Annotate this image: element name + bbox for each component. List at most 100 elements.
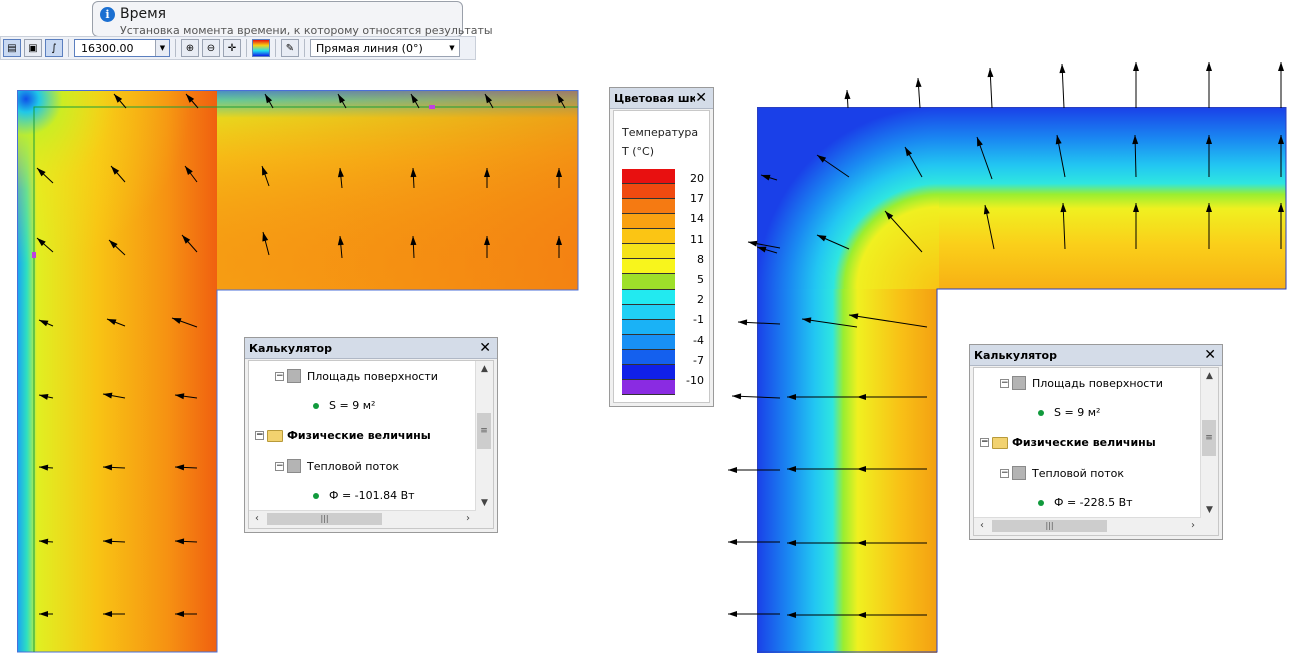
flux-arrow [987,67,994,109]
legend-tick-label: 8 [697,252,704,266]
flux-arrow [844,89,851,109]
time-combobox[interactable]: 16300.00 ▼ [74,39,170,57]
folder-icon [267,429,283,442]
flux-arrow [731,393,781,400]
scroll-right-icon[interactable]: › [1185,518,1201,535]
tree-node-label: Площадь поверхности [307,369,438,383]
tree-leaf-area-value[interactable]: S = 9 м² [313,399,375,412]
node-icon [1012,466,1026,480]
legend-tick-label: 20 [690,172,704,185]
tree-node-physical-quantities[interactable]: − Физические величины [255,429,431,442]
value-dot-icon [313,402,319,409]
scroll-left-icon[interactable]: ‹ [249,511,265,528]
toolbar-separator [246,39,247,57]
color-band [622,319,675,335]
color-band [622,229,675,245]
vertical-scrollbar[interactable]: ▲ ≡ ▼ [475,361,493,511]
flux-arrow [737,319,781,326]
collapse-icon[interactable]: − [275,461,284,471]
chevron-down-icon[interactable]: ▼ [445,44,459,52]
scroll-corner [1201,518,1218,535]
results-toolbar: ▤ ▣ ∫ 16300.00 ▼ ⊕ ⊖ ✛ ✎ Прямая линия (0… [0,36,476,60]
scroll-right-icon[interactable]: › [460,511,476,528]
color-map-icon[interactable] [252,39,270,57]
scroll-thumb[interactable]: ||| [267,513,382,525]
new-line-icon[interactable]: ✎ [281,39,299,57]
scroll-thumb[interactable]: ||| [992,520,1107,532]
collapse-icon[interactable]: − [255,431,264,440]
close-icon[interactable]: ✕ [1204,347,1216,363]
value-dot-icon [313,492,319,499]
flux-arrow [1206,62,1212,108]
vertical-scrollbar[interactable]: ▲ ≡ ▼ [1200,368,1218,518]
color-scale-body: Температура T (°C) 20 17 14 11 8 5 2 -1 -4 -7 -10 [613,110,710,403]
calculator-title-bar: Калькулятор ✕ [245,338,497,359]
tree-node-heat-flow[interactable]: − Тепловой поток [275,459,399,473]
clipboard-icon[interactable]: ▣ [24,39,42,57]
color-scale-title: Цветовая шк... [614,91,696,105]
node-icon [287,369,301,383]
node-icon [287,459,301,473]
tree-leaf-area-value[interactable]: S = 9 м² [1038,406,1100,419]
close-icon[interactable]: ✕ [695,90,707,106]
collapse-icon[interactable]: − [980,438,989,447]
info-icon: i [100,7,115,22]
collapse-icon[interactable]: − [275,371,284,381]
line-mode-value[interactable]: Прямая линия (0°) [316,42,445,55]
tree-leaf-label: S = 9 м² [329,399,376,412]
legend-tick-label: -4 [693,333,704,347]
collapse-icon[interactable]: − [1000,468,1009,478]
color-band [622,184,675,200]
color-band [622,379,675,395]
line-mode-combobox[interactable]: Прямая линия (0°) ▼ [310,39,460,57]
integral-icon[interactable]: ∫ [45,39,63,57]
horizontal-scrollbar[interactable]: ‹ ||| › [249,510,476,528]
folder-icon [992,436,1008,449]
color-band [622,259,675,275]
color-band [622,199,675,215]
color-band [622,304,675,320]
tree-leaf-heat-flow-value[interactable]: Ф = -228.5 Вт [1038,496,1133,509]
tree-leaf-heat-flow-value[interactable]: Ф = -101.84 Вт [313,489,415,502]
calculator-title-bar: Калькулятор ✕ [970,345,1222,366]
tree-leaf-label: S = 9 м² [1054,406,1101,419]
tree-node-heat-flow[interactable]: − Тепловой поток [1000,466,1124,480]
color-band [622,169,675,185]
legend-tick-label: 17 [690,192,704,206]
legend-tick-label: -10 [686,374,704,387]
tree-node-physical-quantities[interactable]: − Физические величины [980,436,1156,449]
color-scale-panel: Цветовая шк... ✕ Температура T (°C) 20 17… [609,87,714,407]
color-scale-title-bar: Цветовая шк... ✕ [610,88,713,109]
close-icon[interactable]: ✕ [479,340,491,356]
flux-arrow [728,539,780,545]
legend-unit: T (°C) [622,145,654,158]
calculator-tree: − Площадь поверхности S = 9 м² − Физичес… [973,367,1219,536]
collapse-icon[interactable]: − [1000,378,1009,388]
scroll-up-icon[interactable]: ▲ [1201,368,1218,384]
scroll-thumb[interactable]: ≡ [477,413,491,449]
scroll-thumb[interactable]: ≡ [1202,420,1216,456]
color-band [622,334,675,350]
legend-tick-label: -7 [693,353,704,367]
scroll-down-icon[interactable]: ▼ [1201,502,1218,518]
zoom-fit-icon[interactable]: ✛ [223,39,241,57]
chevron-down-icon[interactable]: ▼ [155,40,169,56]
field-view-icon[interactable]: ▤ [3,39,21,57]
zoom-out-icon[interactable]: ⊖ [202,39,220,57]
scroll-up-icon[interactable]: ▲ [476,361,493,377]
tree-node-label: Тепловой поток [1032,466,1125,480]
zoom-in-icon[interactable]: ⊕ [181,39,199,57]
toolbar-separator [175,39,176,57]
scroll-left-icon[interactable]: ‹ [974,518,990,535]
calculator-panel-right: Калькулятор ✕ − Площадь поверхности S = … [969,344,1223,540]
scroll-down-icon[interactable]: ▼ [476,495,493,511]
time-value[interactable]: 16300.00 [75,42,155,55]
tree-node-surface-area[interactable]: − Площадь поверхности [275,369,438,383]
flux-arrow [747,240,781,249]
color-band [622,349,675,365]
flux-arrow [728,467,780,473]
horizontal-scrollbar[interactable]: ‹ ||| › [974,517,1201,535]
tree-node-surface-area[interactable]: − Площадь поверхности [1000,376,1163,390]
color-bar [622,169,675,395]
flux-arrow [915,77,922,109]
